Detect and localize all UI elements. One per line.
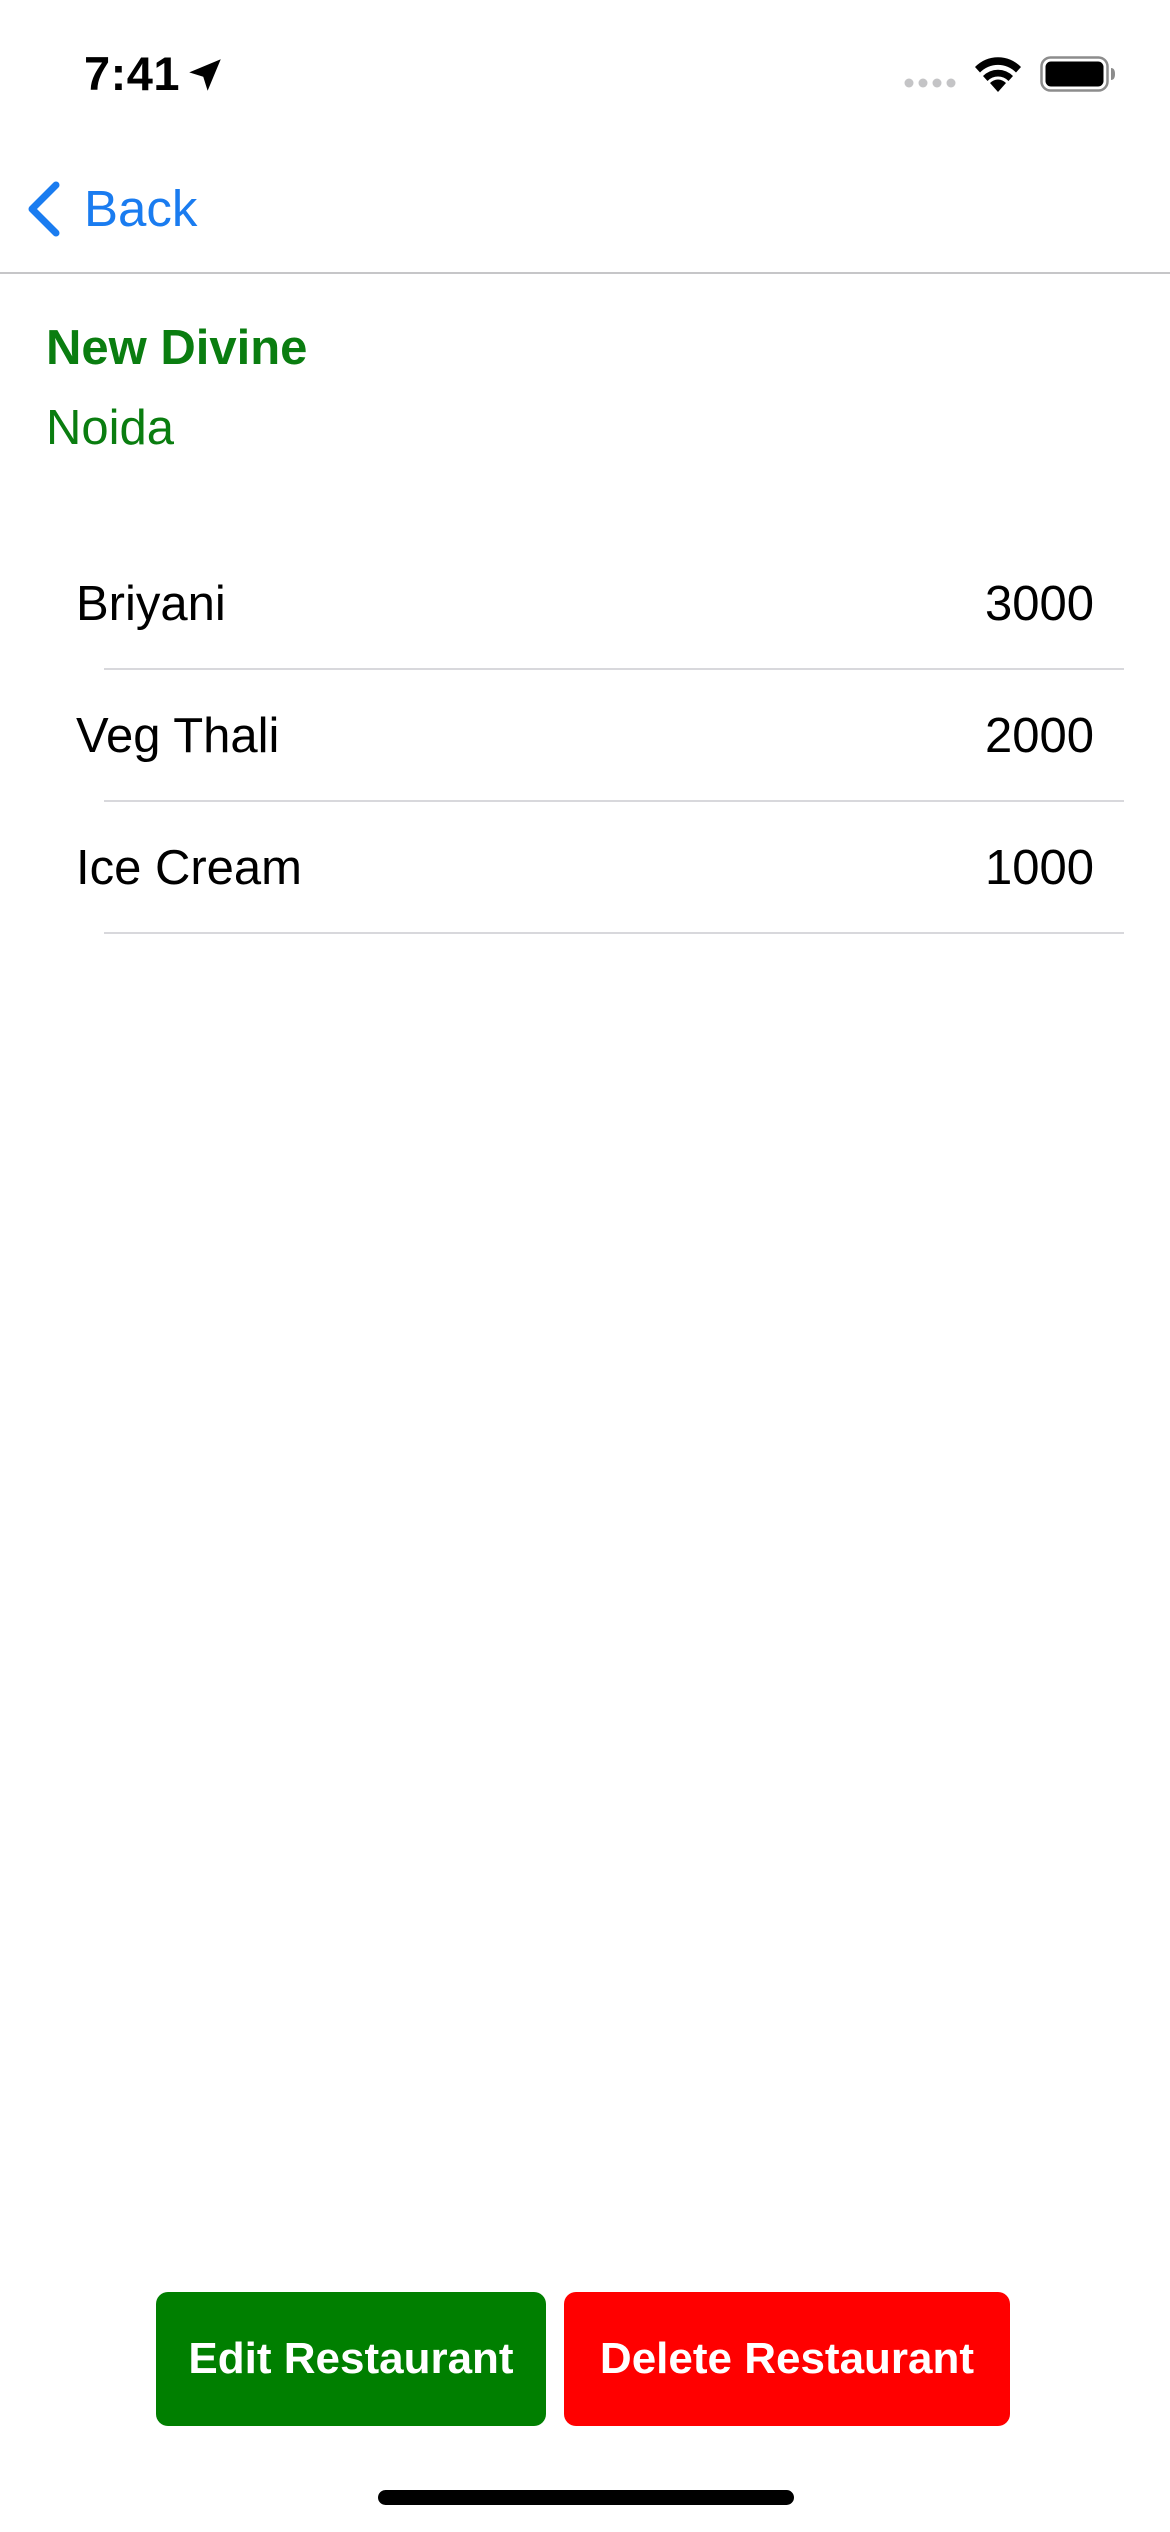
menu-item-name: Veg Thali <box>76 709 280 763</box>
status-time: 7:41 <box>84 47 181 100</box>
menu-item-price: 1000 <box>984 841 1094 895</box>
back-label: Back <box>84 180 198 237</box>
wifi-icon <box>975 57 1021 92</box>
menu-item-price: 2000 <box>984 709 1094 763</box>
status-bar: 7:41 <box>0 0 1170 140</box>
back-button[interactable]: Back <box>24 174 197 244</box>
delete-restaurant-button[interactable]: Delete Restaurant <box>564 2292 1010 2426</box>
edit-restaurant-button[interactable]: Edit Restaurant <box>156 2292 546 2426</box>
menu-item-price: 3000 <box>984 577 1094 631</box>
menu-item[interactable]: Briyani 3000 <box>0 538 1170 670</box>
restaurant-location: Noida <box>46 401 175 455</box>
menu-item-name: Briyani <box>76 577 226 631</box>
navigation-bar: Back <box>0 140 1170 274</box>
menu-item[interactable]: Ice Cream 1000 <box>0 802 1170 934</box>
action-row: Edit Restaurant Delete Restaurant <box>0 2292 1170 2426</box>
menu-item[interactable]: Veg Thali 2000 <box>0 670 1170 802</box>
home-indicator[interactable] <box>378 2490 794 2505</box>
chevron-left-icon <box>28 181 60 237</box>
menu-item-name: Ice Cream <box>76 841 303 895</box>
location-arrow-icon <box>189 59 221 91</box>
cellular-signal-icon <box>904 78 956 88</box>
menu-list: Briyani 3000 Veg Thali 2000 Ice Cream 10… <box>0 538 1170 934</box>
restaurant-name: New Divine <box>46 321 308 375</box>
battery-full-icon <box>1040 56 1115 92</box>
